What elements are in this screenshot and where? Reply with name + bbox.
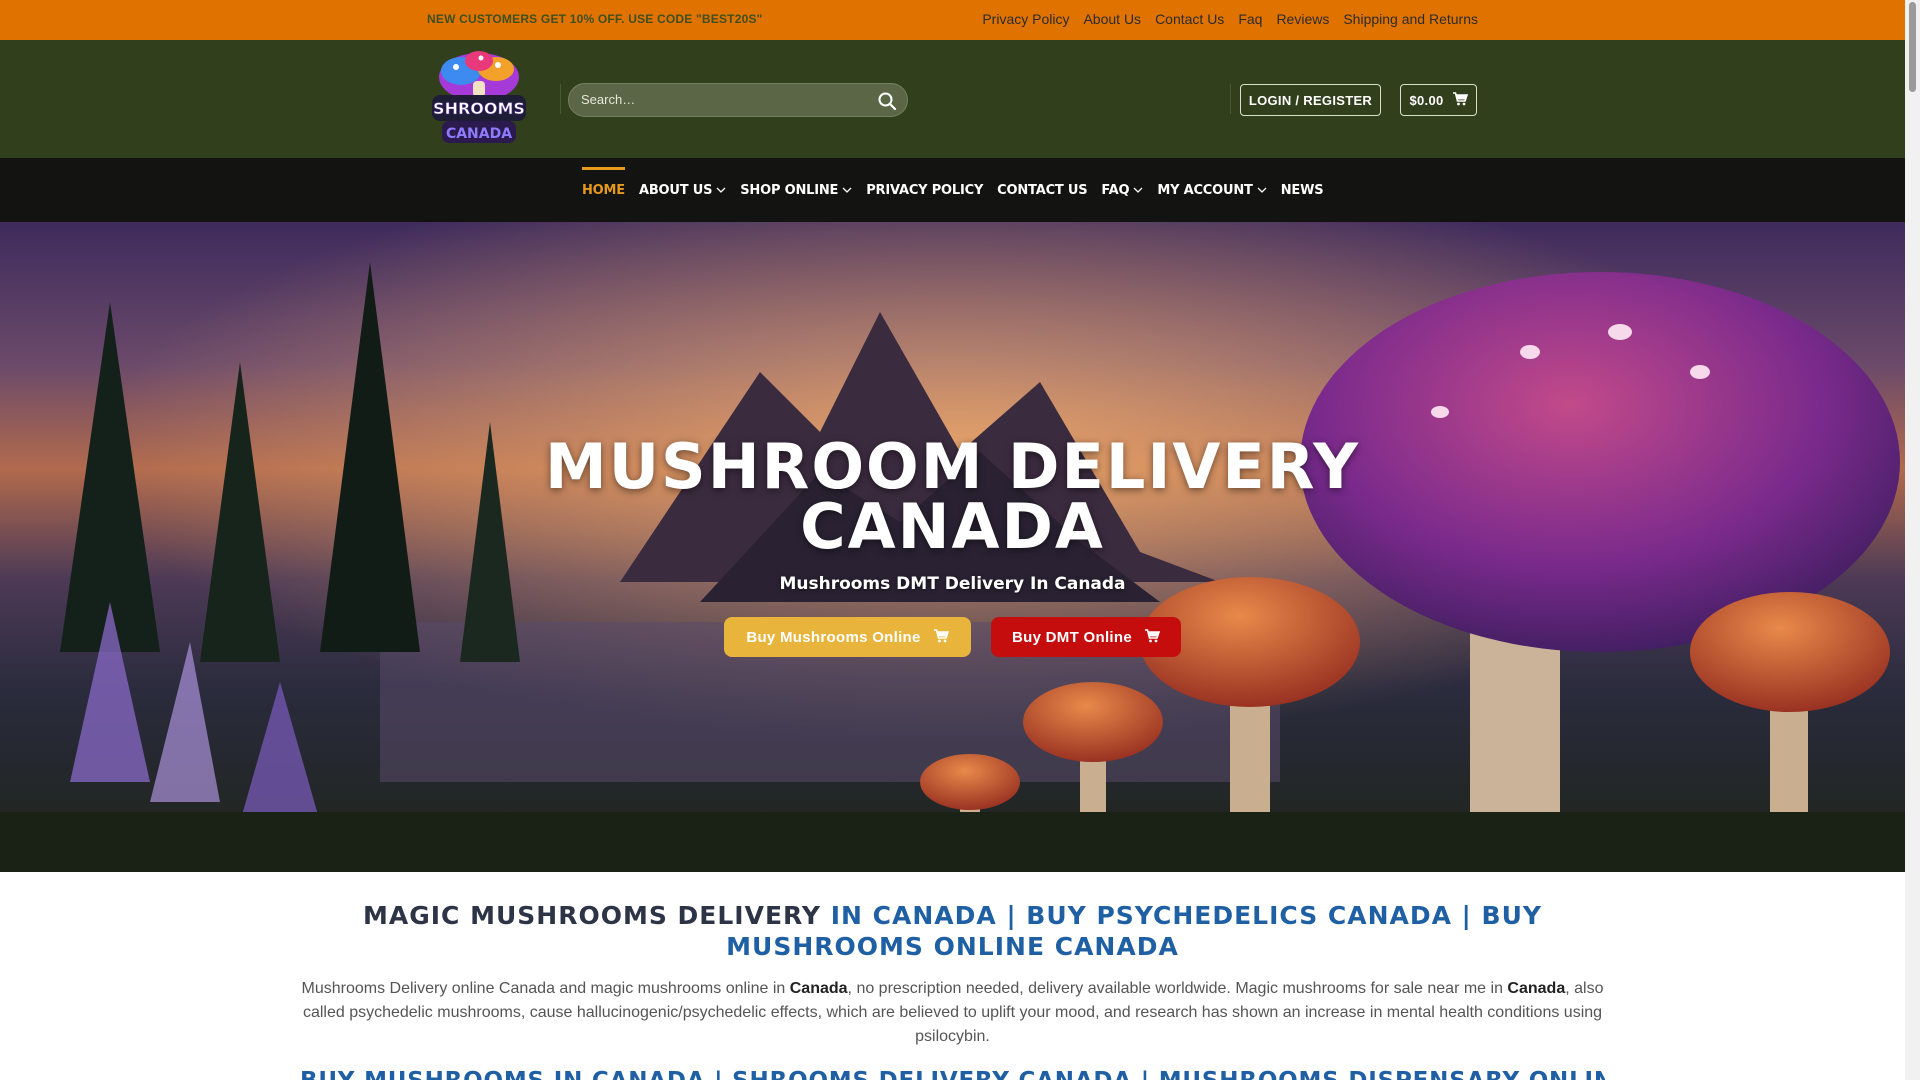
top-link-contact-us[interactable]: Contact Us	[1155, 11, 1224, 27]
chevron-down-icon	[1257, 187, 1267, 193]
login-register-label: LOGIN / REGISTER	[1248, 92, 1373, 108]
chevron-down-icon	[842, 187, 852, 193]
hero-subtitle: Mushrooms DMT Delivery In Canada	[779, 574, 1126, 594]
heading-dark-part: MAGIC MUSHROOMS DELIVERY	[363, 901, 822, 930]
cart-icon	[1452, 91, 1468, 109]
nav-item-home[interactable]: HOME	[582, 166, 625, 198]
top-link-privacy-policy[interactable]: Privacy Policy	[982, 11, 1069, 27]
para-text-2: , no prescription needed, delivery avail…	[847, 980, 1508, 997]
nav-label: HOME	[582, 182, 625, 198]
login-register-button[interactable]: LOGIN / REGISTER	[1240, 84, 1381, 116]
promo-text: NEW CUSTOMERS GET 10% OFF. USE CODE "BES…	[427, 12, 763, 26]
secondary-heading: BUY MUSHROOMS IN CANADA | SHROOMS DELIVE…	[300, 1068, 1605, 1080]
nav-label: FAQ	[1101, 182, 1130, 198]
cart-icon	[1144, 628, 1161, 647]
nav-item-faq[interactable]: FAQ	[1101, 183, 1143, 198]
chevron-down-icon	[1133, 187, 1143, 193]
chevron-down-icon	[716, 187, 726, 193]
nav-label: SHOP ONLINE	[740, 182, 839, 198]
site-header: SHROOMS CANADA Search… LOGIN / REGISTER …	[0, 40, 1905, 158]
site-logo[interactable]: SHROOMS CANADA	[426, 47, 532, 151]
nav-item-about-us[interactable]: ABOUT US	[639, 183, 726, 198]
buy-dmt-button[interactable]: Buy DMT Online	[991, 617, 1181, 657]
buy-dmt-label: Buy DMT Online	[1011, 628, 1133, 646]
buy-mushrooms-button[interactable]: Buy Mushrooms Online	[724, 617, 971, 657]
top-link-reviews[interactable]: Reviews	[1276, 11, 1329, 27]
header-divider	[1230, 84, 1231, 114]
search-bar[interactable]: Search…	[568, 83, 908, 117]
search-icon[interactable]	[876, 90, 898, 112]
hero-banner: MUSHROOM DELIVERY CANADA Mushrooms DMT D…	[0, 222, 1905, 872]
intro-paragraph: Mushrooms Delivery online Canada and mag…	[300, 977, 1605, 1049]
hero-title: MUSHROOM DELIVERY CANADA	[0, 430, 1905, 563]
nav-label: MY ACCOUNT	[1157, 182, 1253, 198]
cart-icon	[933, 628, 949, 647]
nav-label: ABOUT US	[638, 182, 713, 198]
main-heading: MAGIC MUSHROOMS DELIVERY IN CANADA | BUY…	[300, 900, 1605, 962]
svg-text:CANADA: CANADA	[446, 126, 512, 142]
buy-mushrooms-label: Buy Mushrooms Online	[746, 628, 921, 646]
search-input[interactable]: Search…	[581, 92, 635, 107]
main-nav: HOME ABOUT US SHOP ONLINE PRIVACY POLICY…	[0, 158, 1905, 222]
nav-item-shop-online[interactable]: SHOP ONLINE	[740, 183, 852, 198]
para-bold-2: Canada	[1507, 980, 1566, 997]
top-link-about-us[interactable]: About Us	[1083, 11, 1141, 27]
cart-total: $0.00	[1409, 92, 1444, 108]
nav-label: NEWS	[1280, 182, 1324, 198]
top-link-shipping-returns[interactable]: Shipping and Returns	[1343, 11, 1478, 27]
cart-button[interactable]: $0.00	[1400, 84, 1477, 116]
nav-item-my-account[interactable]: MY ACCOUNT	[1157, 182, 1267, 198]
top-bar: NEW CUSTOMERS GET 10% OFF. USE CODE "BES…	[0, 0, 1905, 40]
para-bold-1: Canada	[789, 980, 848, 997]
para-text-1: Mushrooms Delivery online Canada and mag…	[301, 980, 790, 997]
scrollbar-thumb[interactable]	[1909, 2, 1916, 92]
svg-text:SHROOMS: SHROOMS	[433, 99, 525, 118]
hero-title-line-2: CANADA	[800, 490, 1105, 563]
top-link-faq[interactable]: Faq	[1238, 11, 1262, 27]
nav-label: CONTACT US	[997, 182, 1088, 198]
nav-item-contact-us[interactable]: CONTACT US	[997, 183, 1087, 198]
nav-item-privacy-policy[interactable]: PRIVACY POLICY	[866, 183, 983, 198]
hero-title-line-1: MUSHROOM DELIVERY	[545, 430, 1360, 503]
top-links: Privacy Policy About Us Contact Us Faq R…	[982, 11, 1478, 27]
page-scrollbar[interactable]	[1905, 0, 1920, 1080]
header-divider	[560, 84, 561, 114]
heading-blue-part: IN CANADA | BUY PSYCHEDELICS CANADA | BU…	[726, 901, 1542, 961]
nav-label: PRIVACY POLICY	[866, 182, 984, 198]
nav-item-news[interactable]: NEWS	[1281, 183, 1324, 198]
